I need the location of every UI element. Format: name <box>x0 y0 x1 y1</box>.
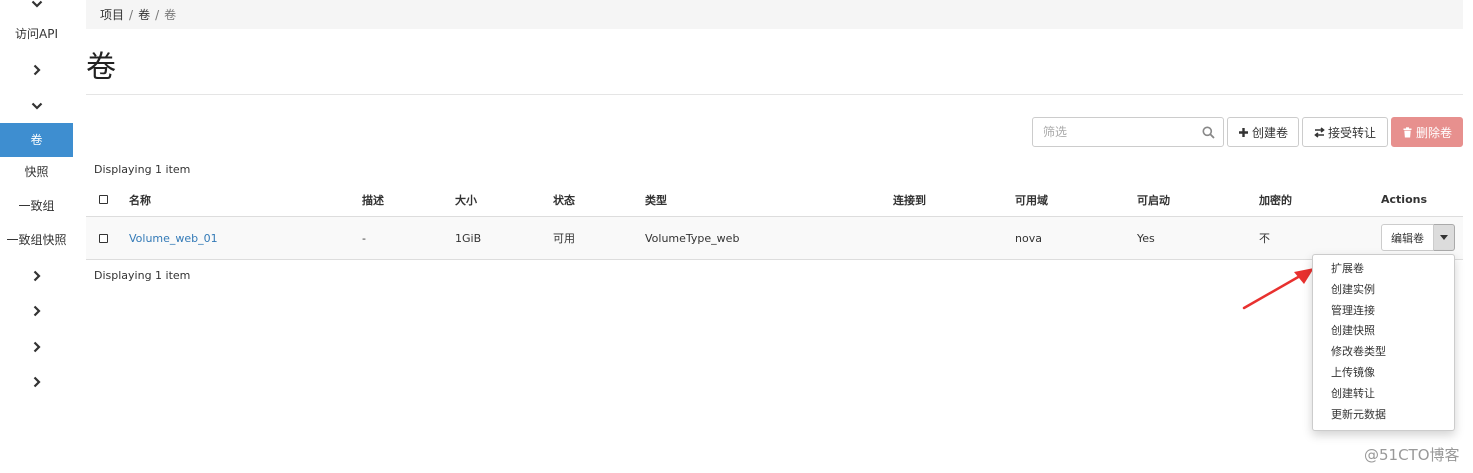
column-header-encrypted[interactable]: 加密的 <box>1259 183 1292 216</box>
column-header-type[interactable]: 类型 <box>645 183 667 216</box>
create-volume-button[interactable]: 创建卷 <box>1227 117 1299 147</box>
caret-down-icon <box>1440 235 1448 240</box>
menu-item-upload-to-image[interactable]: 上传镜像 <box>1313 363 1454 384</box>
volume-availability-zone: nova <box>1015 231 1042 245</box>
column-header-bootable[interactable]: 可启动 <box>1137 183 1170 216</box>
delete-volume-label: 删除卷 <box>1415 125 1452 140</box>
filter-input[interactable] <box>1033 118 1193 146</box>
menu-item-extend-volume[interactable]: 扩展卷 <box>1313 259 1454 280</box>
column-header-name[interactable]: 名称 <box>129 183 151 216</box>
select-all-checkbox[interactable] <box>99 183 108 216</box>
plus-icon <box>1238 127 1248 137</box>
sidebar-item-volumes[interactable]: 卷 <box>0 123 73 157</box>
volume-size: 1GiB <box>455 231 482 245</box>
volume-type: VolumeType_web <box>645 231 740 245</box>
menu-item-launch-instance[interactable]: 创建实例 <box>1313 280 1454 301</box>
create-volume-label: 创建卷 <box>1251 125 1288 140</box>
actions-dropdown-menu: 扩展卷 创建实例 管理连接 创建快照 修改卷类型 上传镜像 创建转让 更新元数据 <box>1312 254 1455 431</box>
volume-description: - <box>362 231 366 245</box>
chevron-right-icon[interactable] <box>0 372 73 392</box>
actions-dropdown-toggle[interactable] <box>1434 224 1455 251</box>
volume-status: 可用 <box>553 232 575 245</box>
chevron-right-icon[interactable] <box>0 60 73 80</box>
chevron-right-icon[interactable] <box>0 266 73 286</box>
row-actions: 编辑卷 <box>1381 224 1455 251</box>
divider <box>86 94 1463 95</box>
breadcrumb-separator: / <box>129 7 134 22</box>
breadcrumb-volumes[interactable]: 卷 <box>138 6 150 23</box>
table-row: Volume_web_01 - 1GiB 可用 VolumeType_web n… <box>86 217 1463 260</box>
column-header-actions: Actions <box>1381 193 1427 206</box>
menu-item-create-transfer[interactable]: 创建转让 <box>1313 384 1454 405</box>
trash-icon <box>1403 126 1412 137</box>
search-icon[interactable] <box>1202 126 1215 139</box>
menu-item-create-snapshot[interactable]: 创建快照 <box>1313 321 1454 342</box>
breadcrumb-separator: / <box>155 7 160 22</box>
column-header-availability-zone[interactable]: 可用域 <box>1015 183 1048 216</box>
item-count-footer: Displaying 1 item <box>94 269 191 282</box>
delete-volume-button[interactable]: 删除卷 <box>1391 117 1463 147</box>
chevron-down-icon[interactable] <box>0 96 73 116</box>
column-header-description[interactable]: 描述 <box>362 183 384 216</box>
chevron-right-icon[interactable] <box>0 337 73 357</box>
row-checkbox[interactable] <box>99 217 108 259</box>
exchange-icon <box>1314 126 1325 138</box>
menu-item-change-volume-type[interactable]: 修改卷类型 <box>1313 342 1454 363</box>
volume-name-link[interactable]: Volume_web_01 <box>129 217 218 259</box>
sidebar-item-consistency-groups[interactable]: 一致组 <box>0 196 73 216</box>
table-header: 名称 描述 大小 状态 类型 连接到 可用域 可启动 加密的 Actions <box>86 183 1463 217</box>
menu-item-update-metadata[interactable]: 更新元数据 <box>1313 405 1454 426</box>
column-header-attached-to[interactable]: 连接到 <box>893 183 926 216</box>
column-header-size[interactable]: 大小 <box>455 183 477 216</box>
page-title: 卷 <box>86 50 116 85</box>
breadcrumb-project[interactable]: 项目 <box>100 6 124 23</box>
sidebar-item-access-api[interactable]: 访问API <box>0 24 73 44</box>
annotation-arrow-icon <box>1242 268 1314 310</box>
volume-bootable: Yes <box>1137 231 1155 245</box>
accept-transfer-button[interactable]: 接受转让 <box>1302 117 1388 147</box>
breadcrumb-current: 卷 <box>164 8 177 22</box>
sidebar-item-consistency-group-snapshots[interactable]: 一致组快照 <box>0 230 73 250</box>
edit-volume-button[interactable]: 编辑卷 <box>1381 224 1434 251</box>
accept-transfer-label: 接受转让 <box>1327 125 1376 140</box>
watermark: @51CTO博客 <box>1364 446 1460 464</box>
breadcrumb: 项目 / 卷 / 卷 <box>86 0 1463 29</box>
filter-field[interactable] <box>1032 117 1224 147</box>
volume-encrypted: 不 <box>1259 232 1270 245</box>
column-header-status[interactable]: 状态 <box>553 183 575 216</box>
item-count: Displaying 1 item <box>94 163 191 176</box>
sidebar-item-snapshots[interactable]: 快照 <box>0 162 73 182</box>
chevron-right-icon[interactable] <box>0 301 73 321</box>
menu-item-manage-attachments[interactable]: 管理连接 <box>1313 301 1454 322</box>
sidebar: 访问API 卷 快照 一致组 一致组快照 <box>0 0 73 473</box>
chevron-down-icon[interactable] <box>0 0 73 14</box>
